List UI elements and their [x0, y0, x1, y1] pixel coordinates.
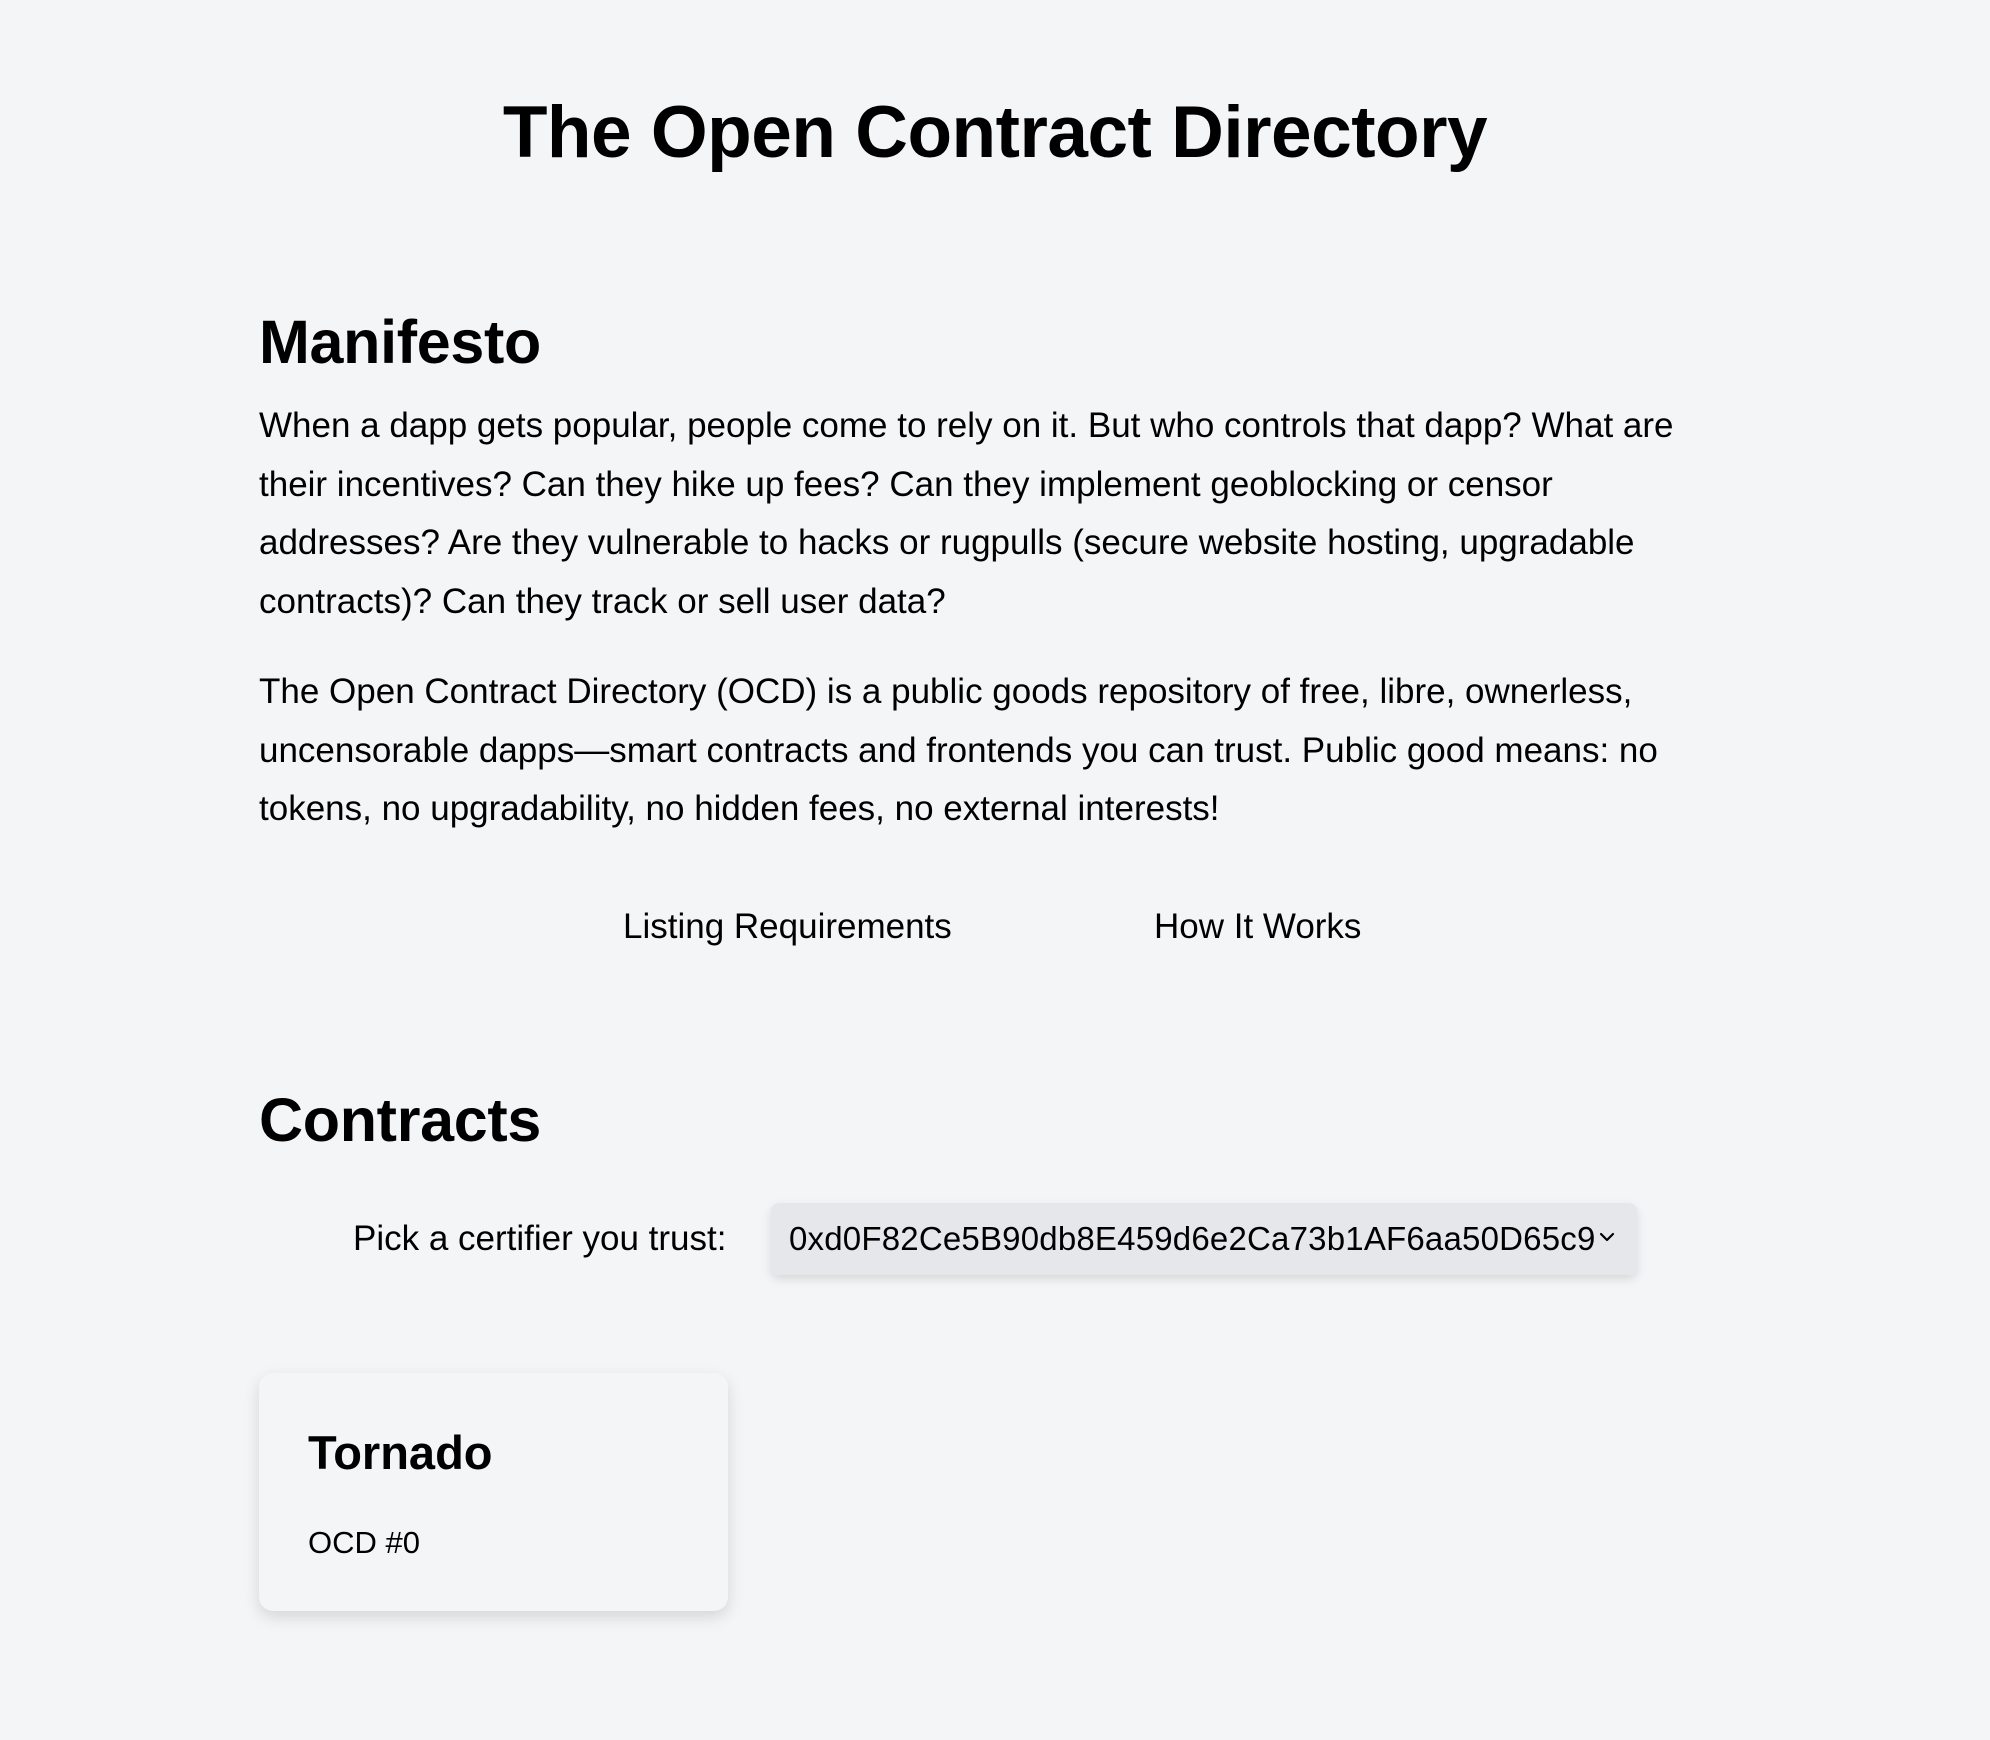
chevron-down-icon	[1599, 1232, 1615, 1242]
contract-card-title: Tornado	[308, 1426, 493, 1479]
contract-card-tornado[interactable]: Tornado OCD #0	[259, 1373, 728, 1611]
contracts-heading: Contracts	[259, 1086, 542, 1154]
page: The Open Contract Directory Manifesto Wh…	[0, 0, 1990, 1740]
manifesto-paragraph-1: When a dapp gets popular, people come to…	[259, 406, 1674, 621]
how-it-works-link[interactable]: How It Works	[1154, 905, 1361, 949]
manifesto-heading: Manifesto	[259, 308, 541, 376]
certifier-selected-value: 0xd0F82Ce5B90db8E459d6e2Ca73b1AF6aa50D65…	[789, 1220, 1596, 1257]
certifier-picker: Pick a certifier you trust: 0xd0F82Ce5B9…	[0, 1203, 1990, 1275]
site-title: The Open Contract Directory	[502, 92, 1488, 173]
manifesto-paragraph-2: The Open Contract Directory (OCD) is a p…	[259, 672, 1658, 828]
certifier-select[interactable]: 0xd0F82Ce5B90db8E459d6e2Ca73b1AF6aa50D65…	[771, 1203, 1637, 1275]
info-links: Listing Requirements How It Works	[0, 905, 1990, 955]
certifier-label: Pick a certifier you trust:	[353, 1219, 727, 1258]
contract-card-id: OCD #0	[308, 1525, 420, 1560]
contracts-section: Contracts	[259, 1090, 1739, 1151]
manifesto-section: Manifesto When a dapp gets popular, peop…	[259, 312, 1739, 839]
listing-requirements-link[interactable]: Listing Requirements	[623, 905, 952, 949]
